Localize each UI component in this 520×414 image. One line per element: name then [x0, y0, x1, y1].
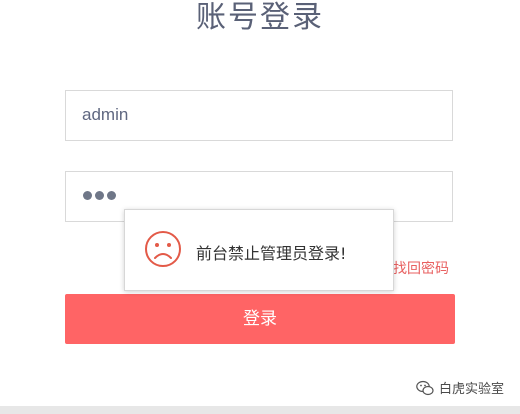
- page-title: 账号登录: [196, 0, 324, 35]
- password-mask: [83, 191, 116, 200]
- password-dot: [107, 191, 116, 200]
- username-field[interactable]: admin: [65, 90, 453, 141]
- toast-message: 前台禁止管理员登录!: [196, 244, 347, 263]
- error-toast: 前台禁止管理员登录!: [124, 209, 394, 291]
- watermark-text: 白虎实验室: [439, 382, 505, 397]
- password-dot: [83, 191, 92, 200]
- login-button[interactable]: 登录: [65, 294, 455, 344]
- forgot-password-link[interactable]: 找回密码: [393, 258, 449, 278]
- sad-face-icon: [145, 231, 181, 267]
- username-value: admin: [82, 105, 129, 124]
- password-dot: [95, 191, 104, 200]
- bottom-bar: [0, 406, 520, 414]
- wechat-icon: [416, 380, 434, 395]
- watermark: 白虎实验室: [416, 378, 504, 397]
